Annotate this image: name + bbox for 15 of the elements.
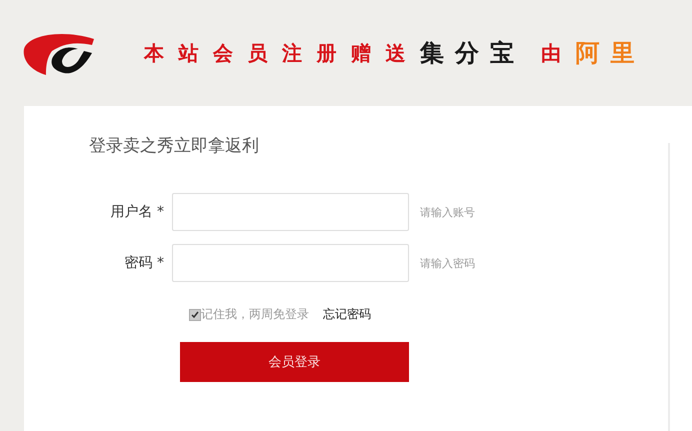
forgot-password-link[interactable]: 忘记密码 <box>323 306 371 323</box>
field-label: 密码 * <box>124 254 165 272</box>
input-field[interactable] <box>172 244 409 282</box>
login-button[interactable]: 会员登录 <box>180 342 409 382</box>
remember-label: 记住我，两周免登录 <box>201 306 309 323</box>
field-hint: 请输入密码 <box>420 256 475 270</box>
field-hint: 请输入账号 <box>420 204 475 220</box>
banner-text: 集分宝 <box>420 38 525 69</box>
banner-text: 阿里 <box>576 38 646 69</box>
login-title: 登录卖之秀立即拿返利 <box>89 135 260 157</box>
banner-text: 本站会员注册赠送 <box>144 40 420 66</box>
banner-text: 由 <box>541 40 576 66</box>
remember-checkbox[interactable] <box>189 308 201 320</box>
field-label: 用户名 * <box>110 203 165 221</box>
input-field[interactable] <box>172 193 409 231</box>
